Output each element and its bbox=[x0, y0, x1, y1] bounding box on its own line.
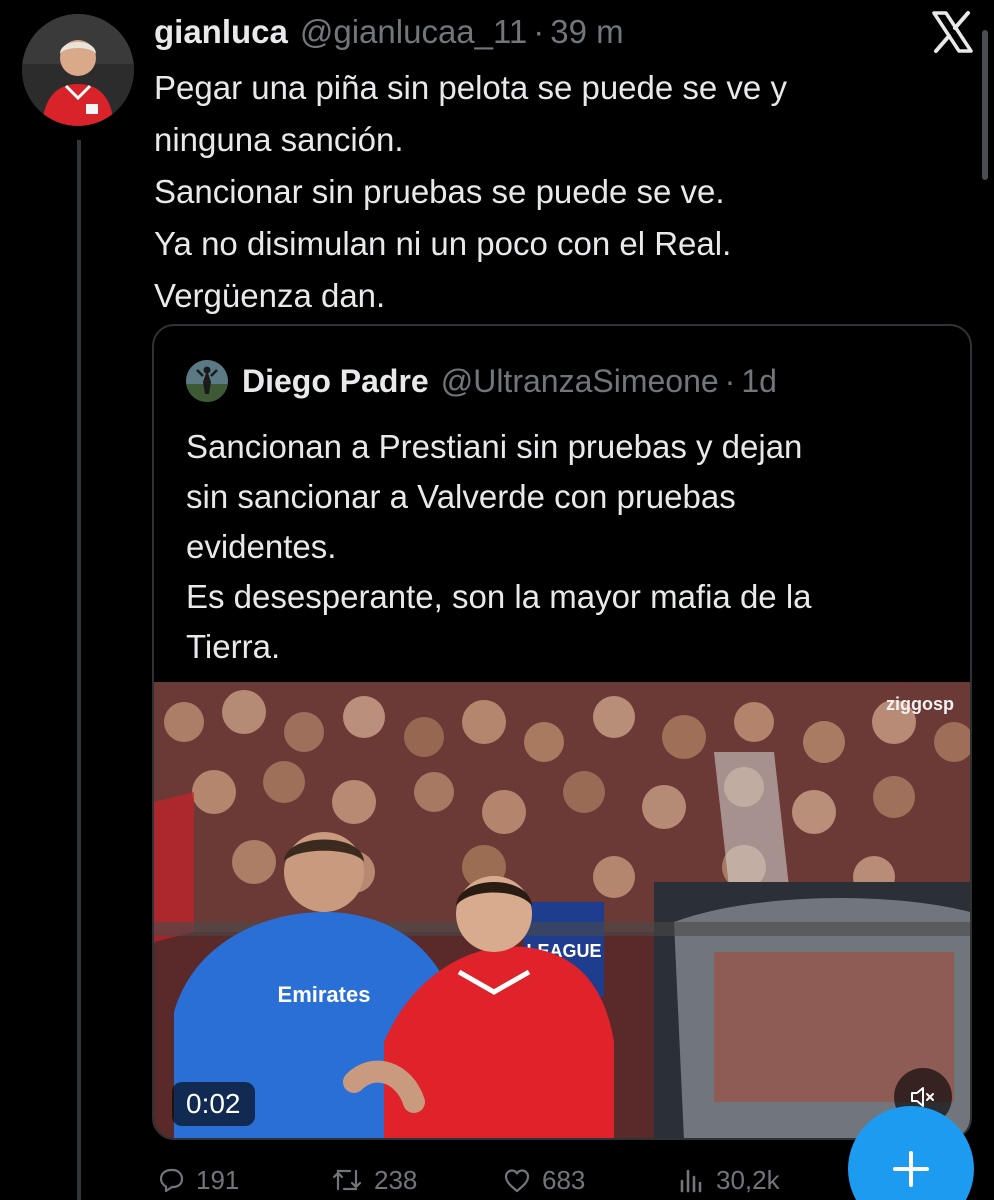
tweet-header: gianluca @gianlucaa_11 · 39 m bbox=[154, 12, 624, 52]
tweet-timestamp[interactable]: 39 m bbox=[550, 12, 623, 52]
tweet-text-line: Sancionar sin pruebas se puede se ve. bbox=[154, 173, 725, 210]
video-duration-badge: 0:02 bbox=[172, 1082, 255, 1126]
jersey-sponsor: Emirates bbox=[278, 982, 371, 1007]
reply-icon bbox=[159, 1168, 184, 1193]
tweet-text-line: Pegar una piña sin pelota se puede se ve… bbox=[154, 69, 787, 106]
video-player[interactable]: LEAGUE Emirates ziggosp 0:02 bbox=[154, 682, 970, 1138]
quote-header: Diego Padre @UltranzaSimeone · 1d bbox=[186, 360, 777, 402]
video-frame: LEAGUE Emirates ziggosp bbox=[154, 682, 970, 1138]
quote-text-line: Tierra. bbox=[186, 628, 281, 665]
quote-header-separator: · bbox=[724, 363, 736, 399]
quote-text-line: evidentes. bbox=[186, 528, 337, 565]
quote-timestamp[interactable]: 1d bbox=[741, 361, 777, 401]
profile-avatar-icon bbox=[22, 14, 134, 126]
plus-icon bbox=[893, 1151, 929, 1187]
tweet-text-line: Ya no disimulan ni un poco con el Real. bbox=[154, 225, 732, 262]
like-button[interactable]: 683 bbox=[502, 1160, 585, 1200]
author-avatar[interactable] bbox=[22, 14, 134, 126]
reply-count: 191 bbox=[196, 1165, 240, 1195]
reply-button[interactable]: 191 bbox=[156, 1160, 239, 1200]
quote-author-handle[interactable]: @UltranzaSimeone bbox=[441, 361, 719, 401]
x-logo-graphic bbox=[932, 11, 973, 53]
author-handle[interactable]: @gianlucaa_11 bbox=[300, 12, 527, 52]
quote-avatar-icon bbox=[186, 360, 228, 402]
thread-line bbox=[77, 140, 81, 1200]
tweet-text-line: Vergüenza dan. bbox=[154, 277, 386, 314]
quote-author-name[interactable]: Diego Padre bbox=[242, 361, 429, 401]
views-count: 30,2k bbox=[716, 1165, 780, 1195]
quote-text-line: Sancionan a Prestiani sin pruebas y deja… bbox=[186, 428, 803, 465]
heart-icon bbox=[504, 1169, 530, 1193]
quote-text-line: sin sancionar a Valverde con pruebas bbox=[186, 478, 736, 515]
tweet-text-line: ninguna sanción. bbox=[154, 121, 404, 158]
quote-text-line: Es desesperante, son la mayor mafia de l… bbox=[186, 578, 812, 615]
tweet-actions-bar: 191 238 683 30,2k bbox=[156, 1160, 836, 1200]
retweet-button[interactable]: 238 bbox=[330, 1160, 417, 1200]
quoted-tweet-card[interactable]: Diego Padre @UltranzaSimeone · 1d Sancio… bbox=[152, 324, 972, 1140]
x-logo-icon[interactable] bbox=[930, 10, 974, 54]
retweet-count: 238 bbox=[374, 1165, 418, 1195]
quote-body: Sancionan a Prestiani sin pruebas y deja… bbox=[186, 422, 956, 672]
like-count: 683 bbox=[542, 1165, 586, 1195]
tweet-body: Pegar una piña sin pelota se puede se ve… bbox=[154, 62, 954, 322]
retweet-icon bbox=[332, 1169, 362, 1191]
quote-author-avatar[interactable] bbox=[186, 360, 228, 402]
broadcaster-watermark: ziggosp bbox=[886, 694, 954, 714]
views-icon bbox=[680, 1169, 702, 1193]
author-name[interactable]: gianluca bbox=[154, 12, 288, 52]
tweet-view: gianluca @gianlucaa_11 · 39 m Pegar una … bbox=[0, 0, 994, 1200]
scrollbar[interactable] bbox=[982, 30, 988, 180]
views-button[interactable]: 30,2k bbox=[676, 1160, 780, 1200]
header-separator: · bbox=[533, 13, 545, 50]
